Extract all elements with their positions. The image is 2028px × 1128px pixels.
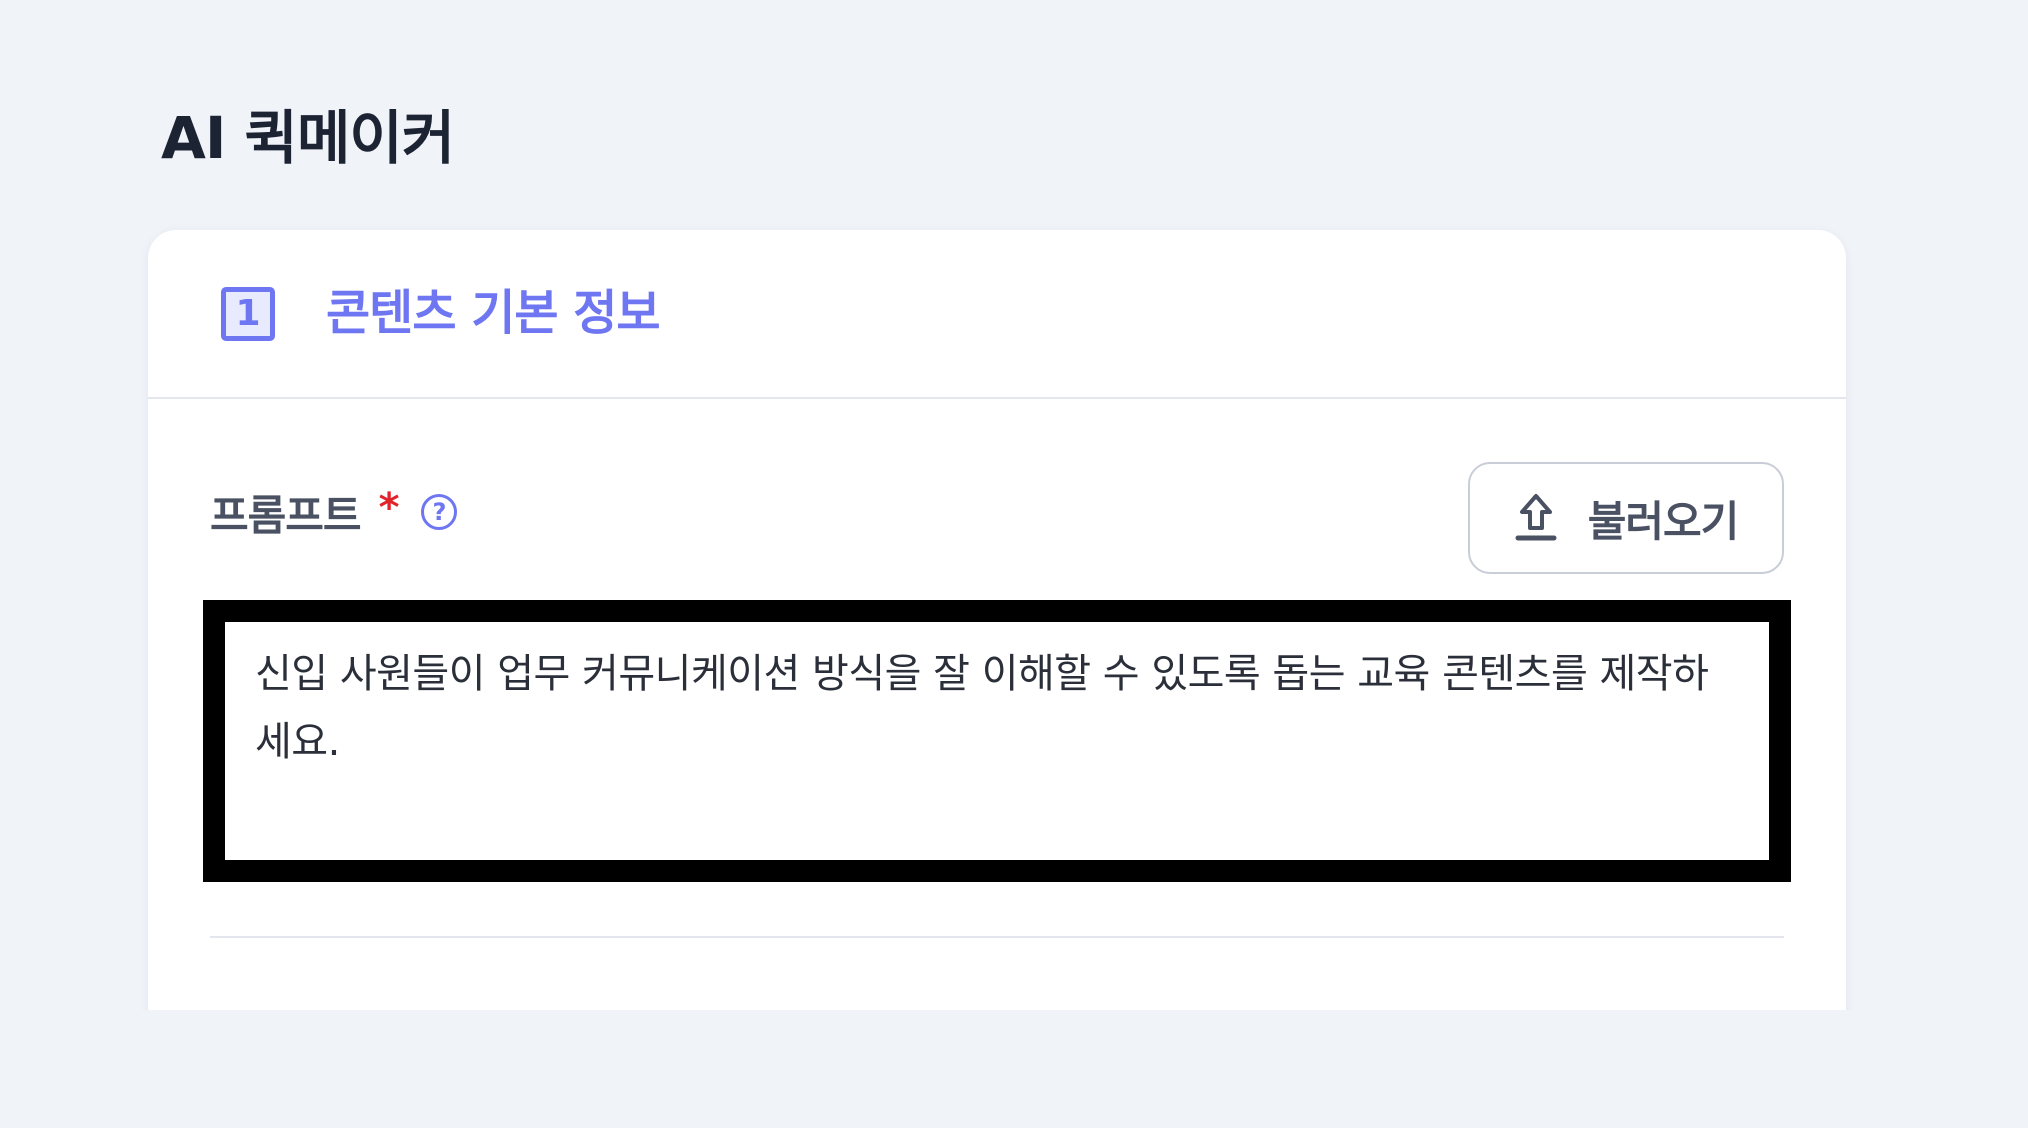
section-header: 1 콘텐츠 기본 정보 [148, 230, 1846, 399]
divider [210, 936, 1784, 938]
help-circle-icon[interactable]: ? [421, 494, 458, 530]
load-button[interactable]: 불러오기 [1468, 462, 1784, 574]
content-info-card: 1 콘텐츠 기본 정보 프롬프트 * ? 불러오기 신입 사원들이 업무 커뮤니… [148, 230, 1846, 1128]
required-mark: * [378, 485, 400, 531]
prompt-label-row: 프롬프트 * ? [210, 482, 458, 542]
section-title: 콘텐츠 기본 정보 [326, 285, 661, 341]
load-button-label: 불러오기 [1587, 496, 1740, 546]
prompt-input-value: 신입 사원들이 업무 커뮤니케이션 방식을 잘 이해할 수 있도록 돕는 교육 … [255, 651, 1709, 765]
step-number-badge: 1 [221, 287, 275, 341]
prompt-input[interactable]: 신입 사원들이 업무 커뮤니케이션 방식을 잘 이해할 수 있도록 돕는 교육 … [203, 600, 1791, 882]
upload-icon [1515, 494, 1557, 541]
prompt-label: 프롬프트 [210, 490, 362, 540]
page-title: AI 퀵메이커 [161, 104, 455, 172]
page-background-bottom [0, 1010, 2028, 1128]
